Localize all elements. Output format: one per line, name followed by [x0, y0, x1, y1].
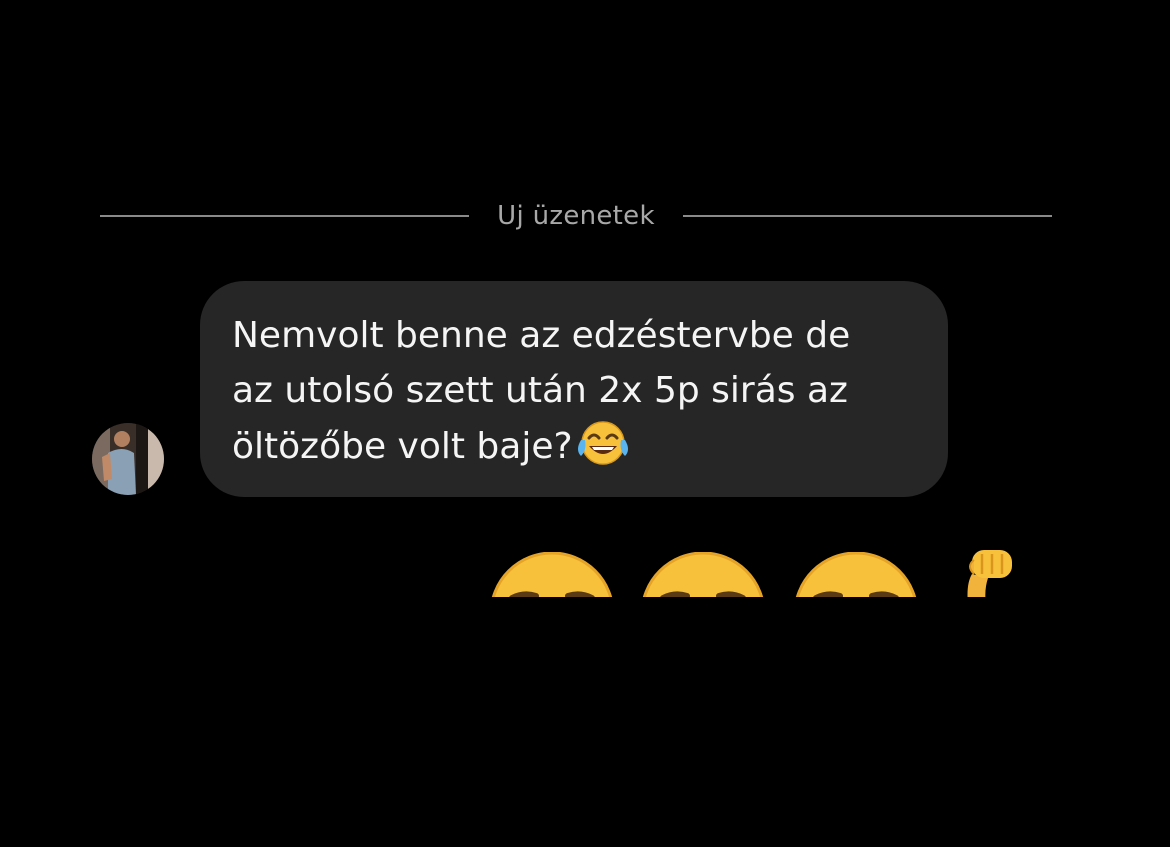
message-text-body: Nemvolt benne az edzéstervbe de az utols… — [232, 315, 851, 467]
message-text: Nemvolt benne az edzéstervbe de az utols… — [232, 308, 918, 474]
emoji-face-icon[interactable] — [490, 551, 614, 597]
emoji-face-icon[interactable] — [794, 551, 918, 597]
new-messages-label: Uj üzenetek — [497, 201, 655, 231]
flexed-arm-icon[interactable] — [958, 544, 1022, 597]
reactions-row — [480, 540, 1040, 597]
message-bubble[interactable]: Nemvolt benne az edzéstervbe de az utols… — [200, 281, 948, 497]
emoji-face-icon[interactable] — [641, 551, 765, 597]
new-messages-divider: Uj üzenetek — [100, 195, 1053, 237]
divider-line-left — [100, 215, 470, 217]
face-with-tears-of-joy-icon — [575, 418, 631, 468]
divider-line-right — [682, 215, 1053, 217]
sender-avatar[interactable] — [92, 423, 164, 495]
